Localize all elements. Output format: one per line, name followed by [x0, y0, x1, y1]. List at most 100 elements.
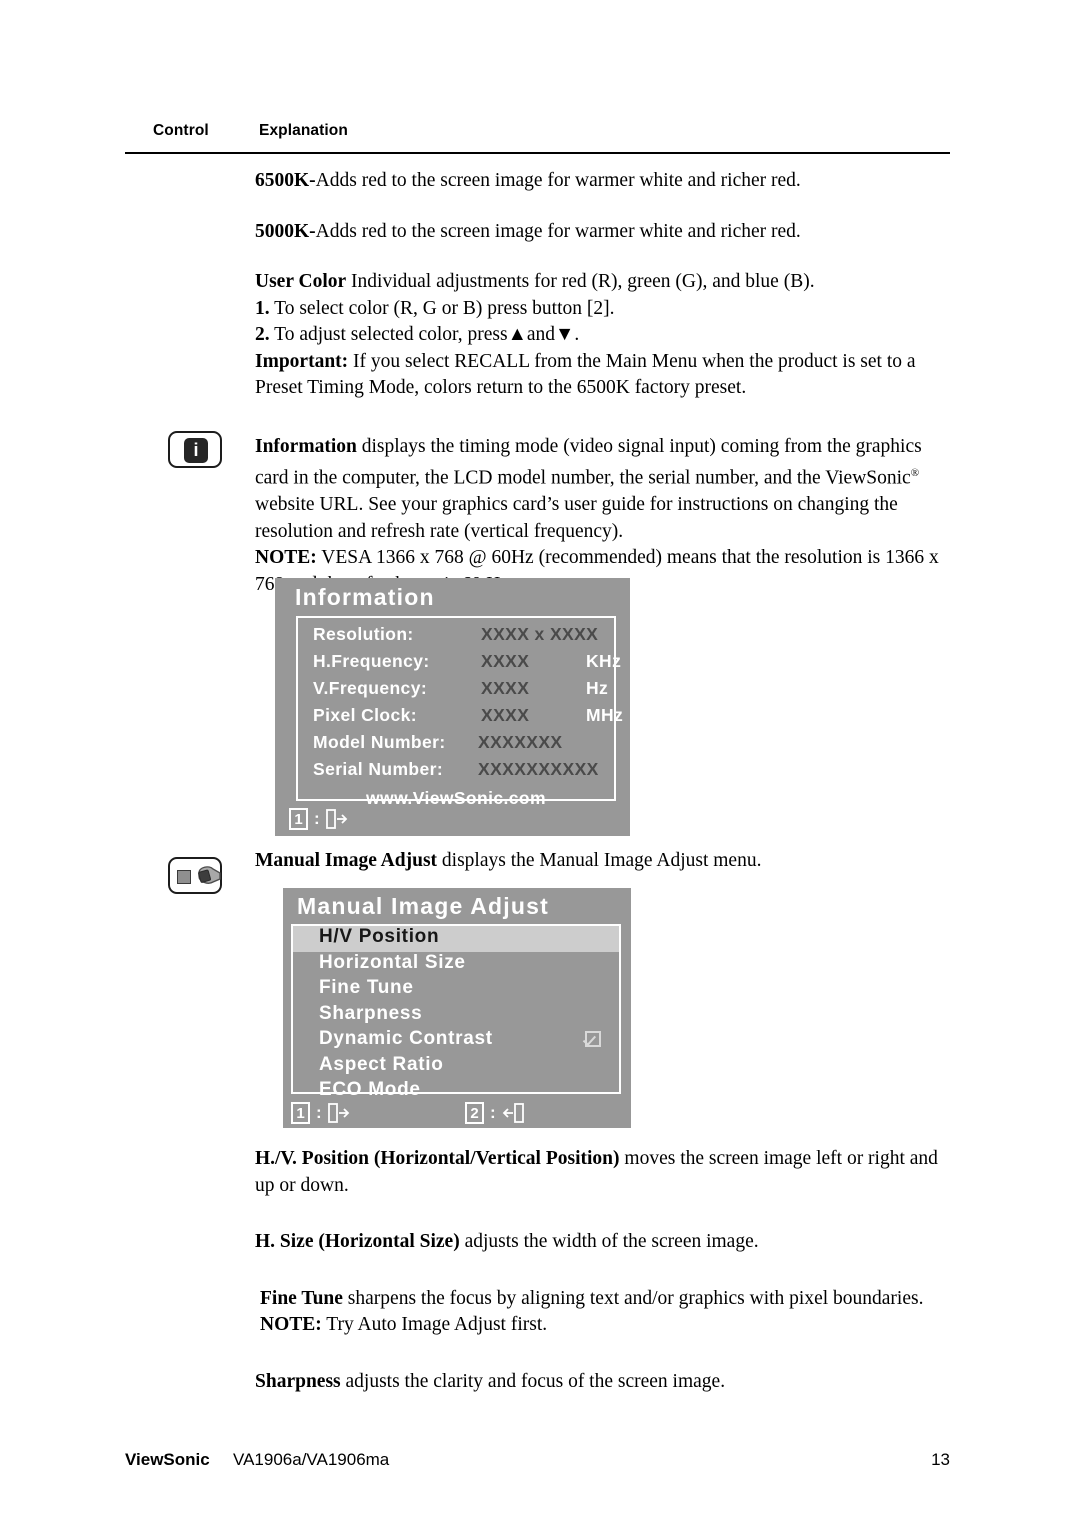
label-5000k: 5000K- [255, 220, 316, 242]
step-1-text: To select color (R, G or B) press button… [269, 297, 615, 319]
osd-info-unit: Hz [586, 678, 609, 698]
osd-info-value: XXXXXXXXXX [478, 759, 599, 779]
osd-menu-item-fine-tune[interactable]: Fine Tune [293, 977, 619, 1003]
osd-info-row: Resolution: XXXX x XXXX [298, 624, 614, 651]
osd-info-value: XXXXXXX [478, 732, 563, 752]
paragraph-h-size: H. Size (Horizontal Size) adjusts the wi… [255, 1229, 955, 1256]
osd-manual-adjust-hint-exit: 1 : [291, 1102, 350, 1124]
osd-menu-item-label: Fine Tune [319, 977, 414, 998]
registered-trademark-icon: ® [910, 467, 920, 479]
text-5000k: Adds red to the screen image for warmer … [315, 220, 801, 242]
label-note-vesa: NOTE: [255, 547, 317, 568]
osd-info-label: Serial Number: [313, 759, 444, 779]
footer-page-number: 13 [931, 1450, 950, 1469]
label-note-auto-adjust: NOTE: [260, 1314, 322, 1335]
manual-page: Control Explanation 6500K-Adds red to th… [0, 0, 1080, 1528]
step-1-number: 1. [255, 297, 270, 319]
paragraph-user-color-step-1: 1. To select color (R, G or B) press but… [255, 296, 955, 323]
text-important: If you select RECALL from the Main Menu … [255, 350, 916, 399]
osd-info-row: H.Frequency: XXXX KHz [298, 651, 621, 678]
osd-info-unit: KHz [586, 651, 622, 671]
text-h-size: adjusts the width of the screen image. [459, 1231, 759, 1252]
label-user-color: User Color [255, 271, 347, 292]
label-manual-image-adjust: Manual Image Adjust [255, 850, 438, 871]
paragraph-information: Information displays the timing mode (vi… [255, 434, 955, 546]
paragraph-fine-tune: Fine Tune sharpens the focus by aligning… [255, 1286, 955, 1313]
header-divider [125, 152, 950, 154]
label-6500k: 6500K- [255, 170, 316, 191]
osd-menu-item-label: Sharpness [319, 1002, 423, 1024]
manual-adjust-intro: Manual Image Adjust displays the Manual … [255, 848, 955, 875]
osd-info-value: XXXX [481, 651, 530, 671]
label-sharpness: Sharpness [255, 1370, 341, 1392]
osd-menu-item-hv-position[interactable]: H/V Position [293, 926, 619, 952]
manual-image-adjust-icon [168, 857, 222, 894]
osd-info-value: XXXX x XXXX [481, 624, 599, 644]
paragraph-sharpness: Sharpness adjusts the clarity and focus … [255, 1369, 955, 1396]
label-important: Important: [255, 350, 349, 372]
osd-menu-item-label: ECO Mode [319, 1079, 421, 1100]
text-manual-image-adjust: displays the Manual Image Adjust menu. [437, 850, 762, 871]
osd-manual-adjust-title: Manual Image Adjust [297, 893, 549, 919]
paragraph-5000k: 5000K-Adds red to the screen image for w… [255, 219, 955, 246]
paragraph-user-color-step-2: 2. To adjust selected color, press▲and▼. [255, 322, 955, 349]
osd-info-row: Pixel Clock: XXXX MHz [298, 705, 623, 732]
osd-hint-colon: : [490, 1103, 496, 1122]
label-h-size: H. Size (Horizontal Size) [255, 1231, 460, 1252]
osd-hint-key-1: 1 [289, 808, 308, 830]
osd-manual-adjust-frame: H/V Position Horizontal Size Fine Tune S… [291, 924, 621, 1100]
step-2-number: 2. [255, 324, 270, 345]
osd-hint-key-2: 2 [465, 1102, 484, 1124]
paragraph-hv-position: H./V. Position (Horizontal/Vertical Posi… [255, 1146, 955, 1199]
osd-information-frame: Resolution: XXXX x XXXX H.Frequency: XXX… [296, 616, 623, 808]
paragraph-user-color: User Color Individual adjustments for re… [255, 269, 955, 296]
osd-menu-item-eco-mode[interactable]: ECO Mode [293, 1079, 619, 1105]
osd-info-label: H.Frequency: [313, 651, 430, 671]
osd-information-title: Information [295, 584, 435, 610]
osd-manual-image-adjust-panel: Manual Image Adjust H/V Position Horizon… [283, 888, 631, 1128]
footer-brand: ViewSonic [125, 1450, 210, 1469]
explanation-content: 6500K-Adds red to the screen image for w… [255, 168, 955, 598]
osd-info-row: Serial Number: XXXXXXXXXX [298, 759, 614, 786]
osd-menu-item-aspect-ratio[interactable]: Aspect Ratio [293, 1054, 619, 1080]
step-2-and: and [526, 324, 556, 345]
checkbox-checked-icon[interactable] [585, 1031, 601, 1047]
osd-info-value: XXXX [481, 678, 530, 698]
osd-info-website-url: www.ViewSonic.com [366, 788, 546, 808]
osd-info-label: Pixel Clock: [313, 705, 418, 725]
osd-info-unit: MHz [586, 705, 624, 725]
label-hv-position: H./V. Position (Horizontal/Vertical Posi… [255, 1148, 620, 1169]
osd-menu-item-sharpness[interactable]: Sharpness [293, 1003, 619, 1029]
text-6500k: Adds red to the screen image for warmer … [315, 170, 801, 191]
info-letter-glyph [184, 438, 208, 463]
exit-door-icon [325, 809, 348, 829]
column-header-control: Control [153, 122, 209, 139]
osd-menu-item-label: Dynamic Contrast [319, 1028, 493, 1049]
step-2-text-a: To adjust selected color, press [269, 324, 508, 345]
text-sharpness: adjusts the clarity and focus of the scr… [340, 1370, 726, 1392]
down-arrow-icon: ▼ [555, 324, 575, 345]
osd-hint-colon: : [316, 1103, 322, 1122]
osd-info-label: V.Frequency: [313, 678, 428, 698]
osd-hint-key-1: 1 [291, 1102, 310, 1124]
paragraph-manual-image-adjust: Manual Image Adjust displays the Manual … [255, 848, 955, 875]
paragraph-6500k: 6500K-Adds red to the screen image for w… [255, 168, 955, 195]
osd-menu-item-horizontal-size[interactable]: Horizontal Size [293, 952, 619, 978]
osd-menu-item-label: Aspect Ratio [319, 1053, 444, 1075]
osd-info-value: XXXX [481, 705, 530, 725]
label-information: Information [255, 435, 357, 457]
text-user-color: Individual adjustments for red (R), gree… [346, 271, 815, 292]
column-header-explanation: Explanation [259, 122, 348, 139]
footer-model: VA1906a/VA1906ma [233, 1450, 390, 1469]
text-note-auto-adjust: Try Auto Image Adjust first. [321, 1314, 548, 1335]
label-fine-tune: Fine Tune [260, 1287, 343, 1309]
enter-door-icon [502, 1103, 524, 1123]
osd-info-row: V.Frequency: XXXX Hz [298, 678, 614, 705]
exit-door-icon [327, 1103, 350, 1123]
paragraph-user-color-important: Important: If you select RECALL from the… [255, 349, 955, 402]
osd-menu-item-dynamic-contrast[interactable]: Dynamic Contrast [293, 1028, 619, 1054]
osd-info-label: Model Number: [313, 732, 446, 752]
information-icon [168, 431, 222, 468]
osd-info-row: Model Number: XXXXXXX [298, 732, 614, 759]
up-arrow-icon: ▲ [507, 324, 527, 345]
